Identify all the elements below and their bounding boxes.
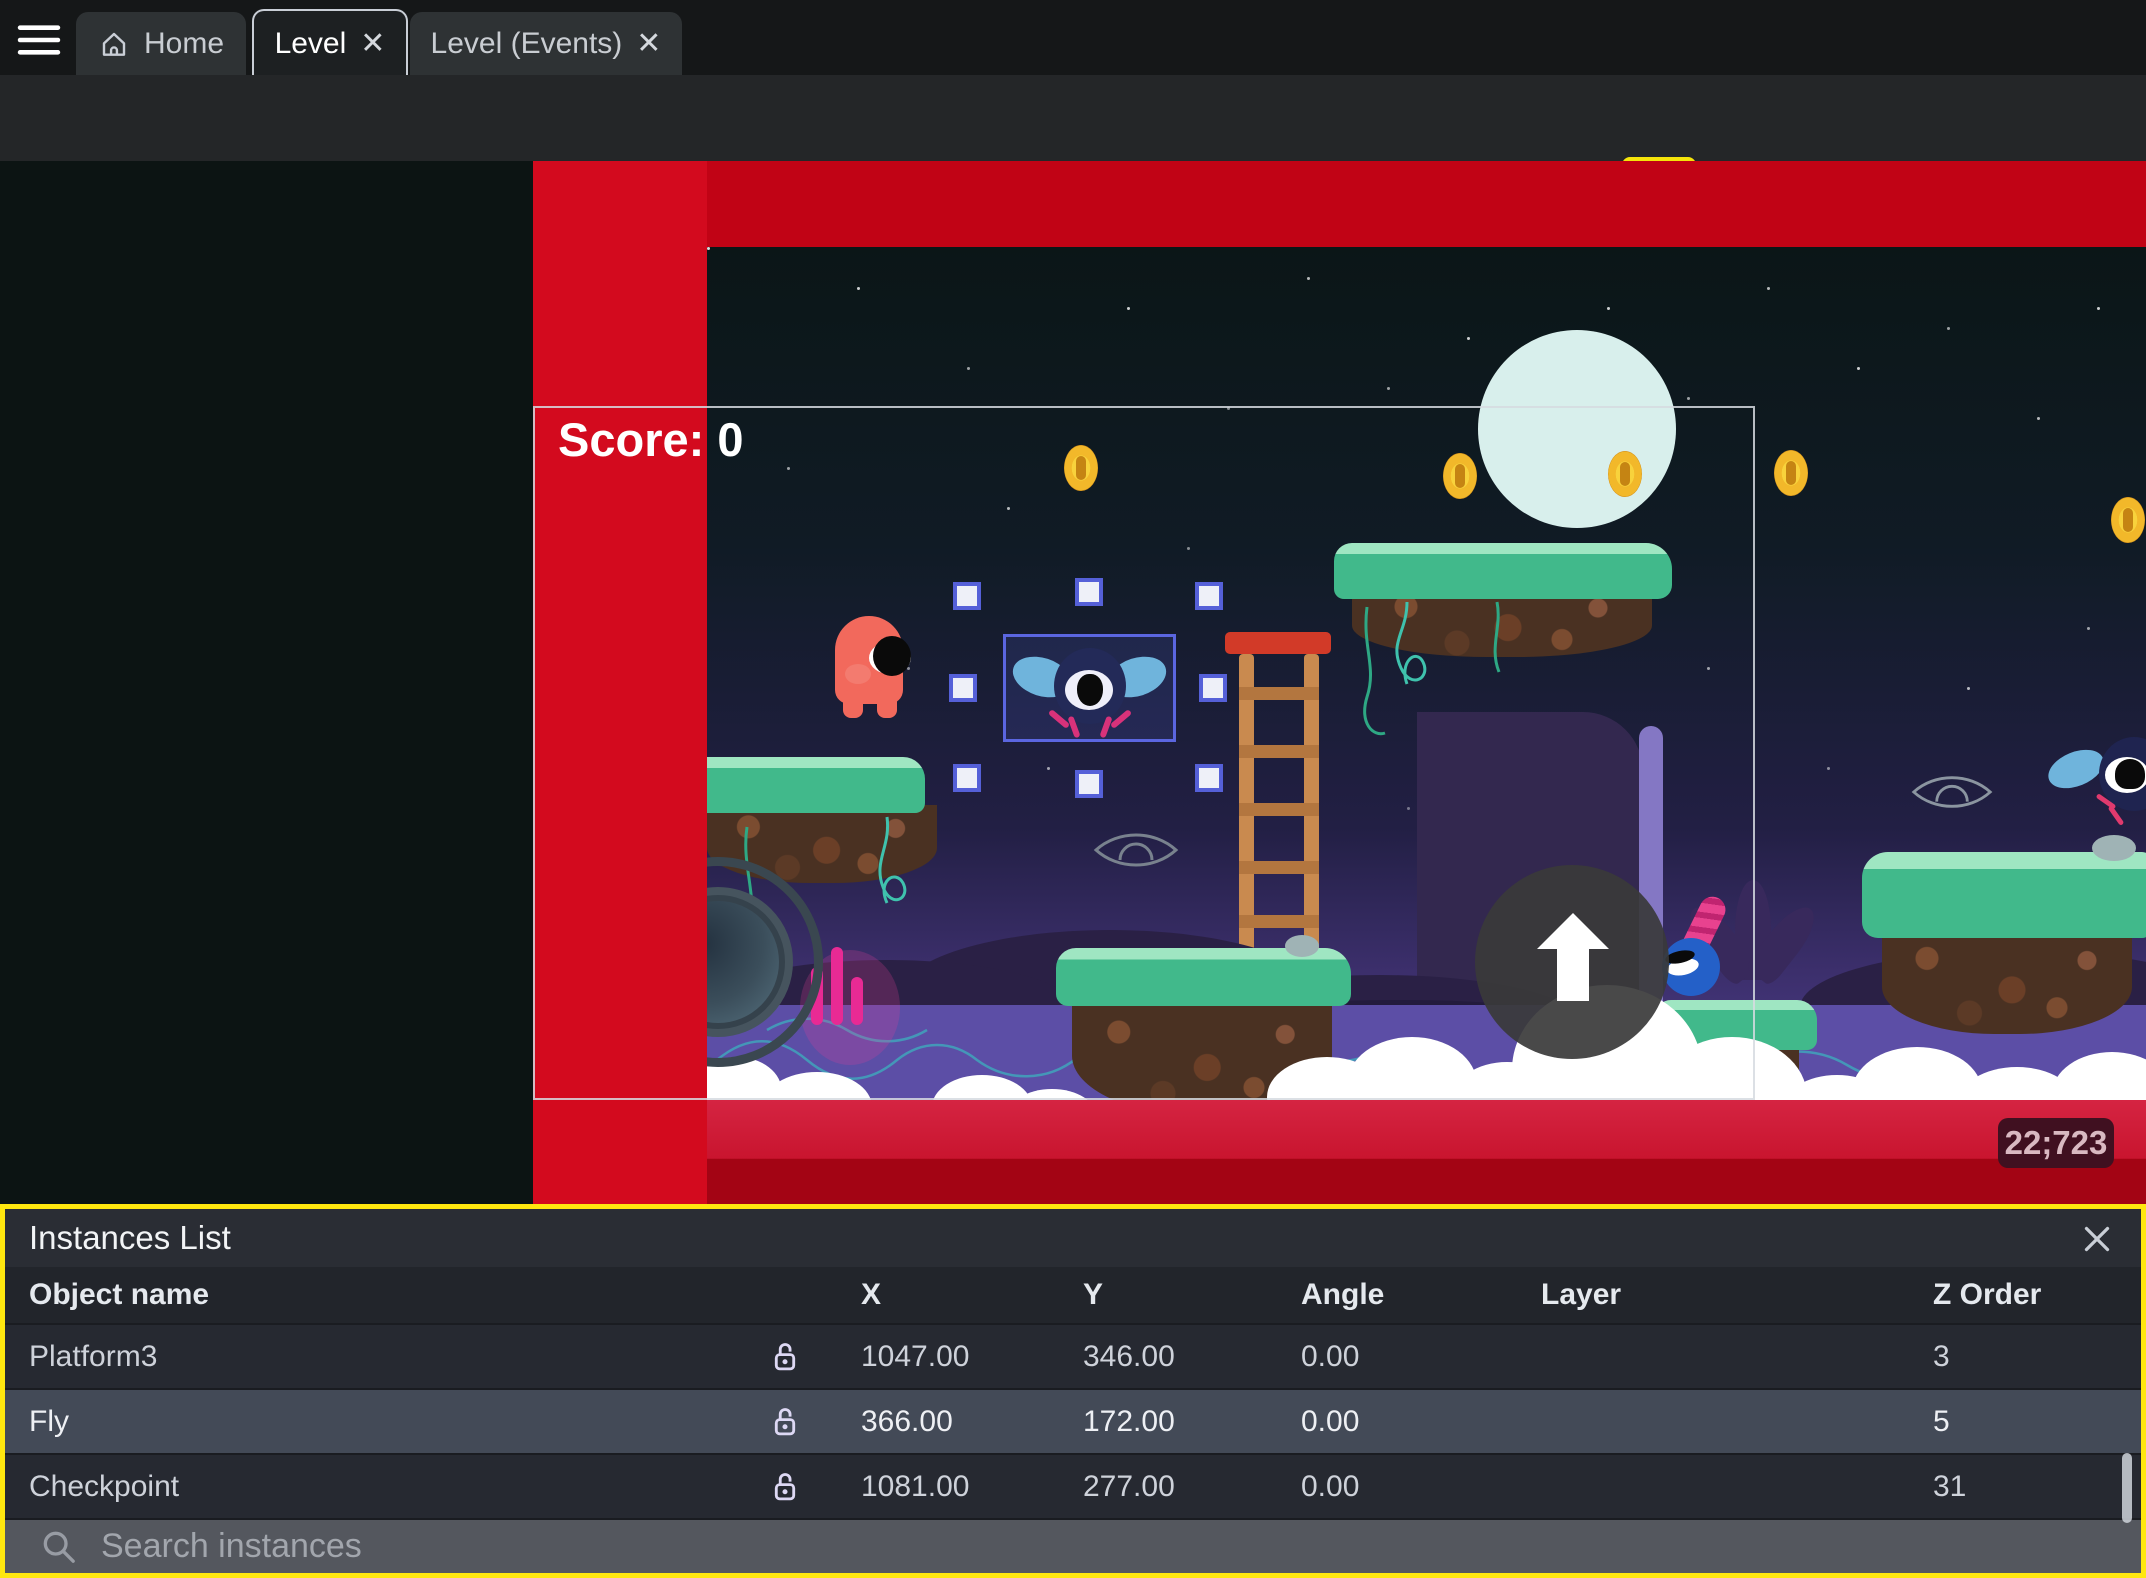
tab-level-events[interactable]: Level (Events) ✕ [410,12,682,75]
cursor-coordinates-badge: 22;723 [1998,1118,2114,1168]
tab-level-close-icon[interactable]: ✕ [360,29,385,59]
row-y[interactable]: 346.00 [1047,1340,1265,1374]
eye-outline-sprite[interactable] [1090,826,1182,874]
instances-list-panel: Instances List Object name X Y Angle Lay… [0,1204,2146,1578]
row-z-order[interactable]: 3 [1897,1340,2141,1374]
tab-level-events-close-icon[interactable]: ✕ [636,28,661,59]
unlock-icon [774,1342,796,1370]
resize-handle-middle-right[interactable] [1199,674,1227,702]
tab-level[interactable]: Level ✕ [252,9,408,77]
selected-instance-group [949,578,1227,798]
table-row[interactable]: Platform3 1047.00 346.00 0.00 3 [5,1323,2141,1388]
column-layer: Layer [1541,1278,1622,1311]
rock [1285,935,1319,957]
home-icon [98,28,130,60]
table-row-selected[interactable]: Fly 366.00 172.00 0.00 5 [5,1388,2141,1453]
lock-button[interactable] [745,1403,825,1441]
resize-handle-top-left[interactable] [953,582,981,610]
resize-handle-top-center[interactable] [1075,578,1103,606]
tab-bar: Home Level ✕ Level (Events) ✕ [0,0,2146,77]
row-y[interactable]: 277.00 [1047,1470,1265,1504]
coin-sprite[interactable] [2111,497,2145,543]
resize-handle-bottom-center[interactable] [1075,770,1103,798]
instances-panel-header: Instances List [5,1209,2141,1267]
resize-handle-bottom-left[interactable] [953,764,981,792]
player-sprite[interactable] [835,616,911,718]
row-angle[interactable]: 0.00 [1265,1405,1505,1439]
row-z-order[interactable]: 5 [1897,1405,2141,1439]
resize-handle-top-right[interactable] [1195,582,1223,610]
column-x: X [861,1278,882,1311]
editor-window: Home Level ✕ Level (Events) ✕ Score: 0 2… [0,0,2146,1578]
red-top-band [707,161,2146,247]
row-x[interactable]: 1047.00 [825,1340,1047,1374]
column-z-order: Z Order [1933,1278,2042,1311]
row-object-name: Checkpoint [29,1469,180,1503]
search-icon [39,1527,79,1567]
resize-handle-middle-left[interactable] [949,674,977,702]
red-vertical-band [533,161,707,1204]
row-x[interactable]: 366.00 [825,1405,1047,1439]
row-angle[interactable]: 0.00 [1265,1340,1505,1374]
scene-canvas[interactable] [707,247,2146,1100]
player-eye [873,636,911,676]
menu-button[interactable] [16,22,62,58]
column-y: Y [1083,1278,1104,1311]
table-row[interactable]: Checkpoint 1081.00 277.00 0.00 31 [5,1453,2141,1518]
coin-sprite[interactable] [1064,445,1098,491]
row-object-name: Fly [29,1404,69,1438]
lock-button[interactable] [745,1338,825,1376]
scrollbar-thumb[interactable] [2122,1453,2132,1523]
instances-panel-title: Instances List [29,1219,231,1256]
close-icon[interactable] [2079,1221,2115,1257]
row-y[interactable]: 172.00 [1047,1405,1265,1439]
editor-canvas-empty-area[interactable] [0,161,533,1204]
resize-handle-bottom-right[interactable] [1195,764,1223,792]
unlock-icon [774,1407,796,1435]
coin-sprite[interactable] [1443,453,1477,499]
lava-strip [707,1100,2146,1204]
tab-home[interactable]: Home [76,12,246,75]
coin-sprite[interactable] [1608,451,1642,497]
search-instances-input[interactable] [99,1526,1303,1567]
toolbar: Preview Publish [0,75,2146,263]
unlock-icon [774,1472,796,1500]
rock [2092,835,2136,861]
up-arrow-icon [1537,913,1609,1001]
search-bar [5,1518,2141,1573]
instances-table-header: Object name X Y Angle Layer Z Order [5,1267,2141,1323]
score-text: Score: 0 [558,413,744,466]
fly-eye [1077,674,1103,706]
row-x[interactable]: 1081.00 [825,1470,1047,1504]
eye-outline-sprite[interactable] [1908,766,1996,818]
lock-button[interactable] [745,1468,825,1506]
tab-home-label: Home [143,26,225,60]
row-object-name: Platform3 [29,1339,158,1373]
tab-level-events-label: Level (Events) [430,26,623,60]
tab-level-label: Level [274,27,347,60]
stars [707,247,710,250]
row-angle[interactable]: 0.00 [1265,1470,1505,1504]
moon [1478,330,1676,528]
column-object-name: Object name [29,1278,210,1311]
coin-sprite[interactable] [1774,450,1808,496]
column-angle: Angle [1301,1278,1385,1311]
row-z-order[interactable]: 31 [1897,1470,2141,1504]
